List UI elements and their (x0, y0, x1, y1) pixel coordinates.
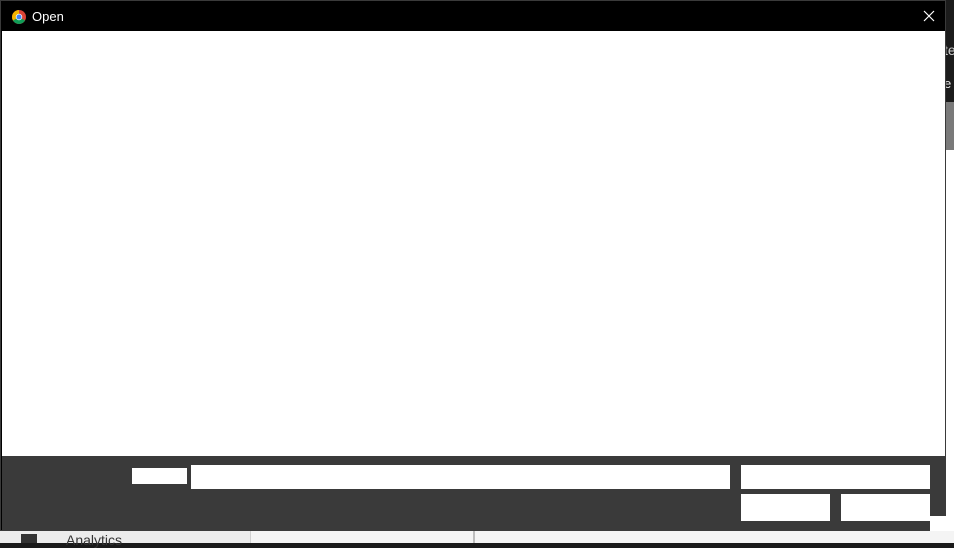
file-name-input[interactable] (191, 465, 730, 489)
sidebar-item-analytics[interactable]: Analytics (66, 533, 122, 547)
close-button[interactable] (913, 3, 945, 29)
close-icon (923, 10, 935, 22)
file-type-select[interactable] (741, 465, 930, 489)
dialog-title: Open (32, 9, 64, 24)
open-button[interactable] (741, 494, 830, 521)
background-sidebar (0, 531, 251, 543)
dialog-footer (2, 456, 946, 531)
analytics-icon (21, 534, 37, 543)
cancel-button[interactable] (841, 494, 930, 521)
open-file-dialog: Open (0, 0, 946, 531)
background-right-header-strip (946, 102, 954, 150)
background-panel-divider (473, 531, 475, 543)
resize-grip[interactable] (930, 516, 946, 531)
file-name-label (132, 468, 187, 484)
file-browser-area[interactable] (2, 31, 945, 456)
dialog-titlebar: Open (1, 1, 945, 31)
background-right-strip (946, 150, 954, 543)
chrome-icon (12, 10, 26, 24)
